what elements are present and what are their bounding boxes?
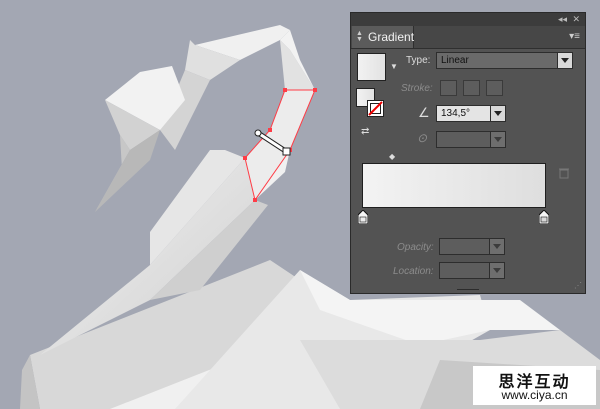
panel-tabrow: ▲ ▼ Gradient ▾≡ (351, 26, 585, 49)
angle-value: 134,5° (441, 108, 471, 119)
close-icon[interactable]: ✕ (572, 13, 580, 26)
tab-gradient-label: Gradient (368, 30, 415, 44)
panel-menu-icon[interactable]: ▾≡ (569, 31, 580, 42)
location-dropdown-icon[interactable] (489, 263, 504, 278)
panel-titlebar[interactable]: ◂◂ ✕ (351, 13, 585, 27)
opacity-label: Opacity: (397, 242, 434, 253)
aspect-ratio-dropdown-icon[interactable] (490, 132, 505, 147)
type-value: Linear (441, 55, 469, 66)
gradient-stop-right[interactable] (539, 210, 549, 224)
watermark-url: www.ciya.cn (501, 388, 568, 402)
stroke-swatch[interactable] (367, 100, 384, 117)
collapse-icon[interactable]: ◂◂ (558, 13, 567, 26)
opacity-dropdown-icon[interactable] (489, 239, 504, 254)
swatch-dropdown-icon[interactable]: ▼ (390, 62, 398, 71)
midpoint-diamond-icon[interactable]: ◆ (389, 152, 395, 161)
panel-resize-handle[interactable] (457, 289, 479, 294)
stroke-along-icon[interactable] (463, 80, 480, 96)
type-label: Type: (406, 55, 431, 66)
resize-grip-icon[interactable]: ⋰ (574, 281, 582, 290)
location-label: Location: (393, 266, 434, 277)
aspect-ratio-icon: ⊙ (417, 131, 428, 145)
stroke-across-icon[interactable] (486, 80, 503, 96)
angle-icon: ∠ (418, 105, 430, 120)
gradient-swatch[interactable] (357, 53, 386, 81)
type-select[interactable]: Linear (436, 52, 573, 69)
stroke-label: Stroke: (401, 83, 433, 94)
tab-toggle-icon[interactable]: ▲ ▼ (356, 30, 363, 43)
stroke-within-icon[interactable] (440, 80, 457, 96)
angle-field[interactable]: 134,5° (436, 105, 506, 122)
watermark: 思洋互动 www.ciya.cn (473, 366, 596, 405)
gradient-panel: ◂◂ ✕ ▲ ▼ Gradient ▾≡ ▼ ⇄ Type: Linear Str… (350, 12, 586, 294)
trash-icon[interactable] (558, 167, 570, 179)
location-field[interactable] (439, 262, 505, 279)
gradient-stop-left[interactable] (358, 210, 368, 224)
opacity-field[interactable] (439, 238, 505, 255)
gradient-slider[interactable] (362, 163, 546, 208)
tab-gradient[interactable]: ▲ ▼ Gradient (352, 26, 414, 48)
type-dropdown-icon[interactable] (557, 53, 572, 68)
angle-dropdown-icon[interactable] (490, 106, 505, 121)
aspect-ratio-field[interactable] (436, 131, 506, 148)
reverse-gradient-icon[interactable]: ⇄ (361, 126, 369, 137)
